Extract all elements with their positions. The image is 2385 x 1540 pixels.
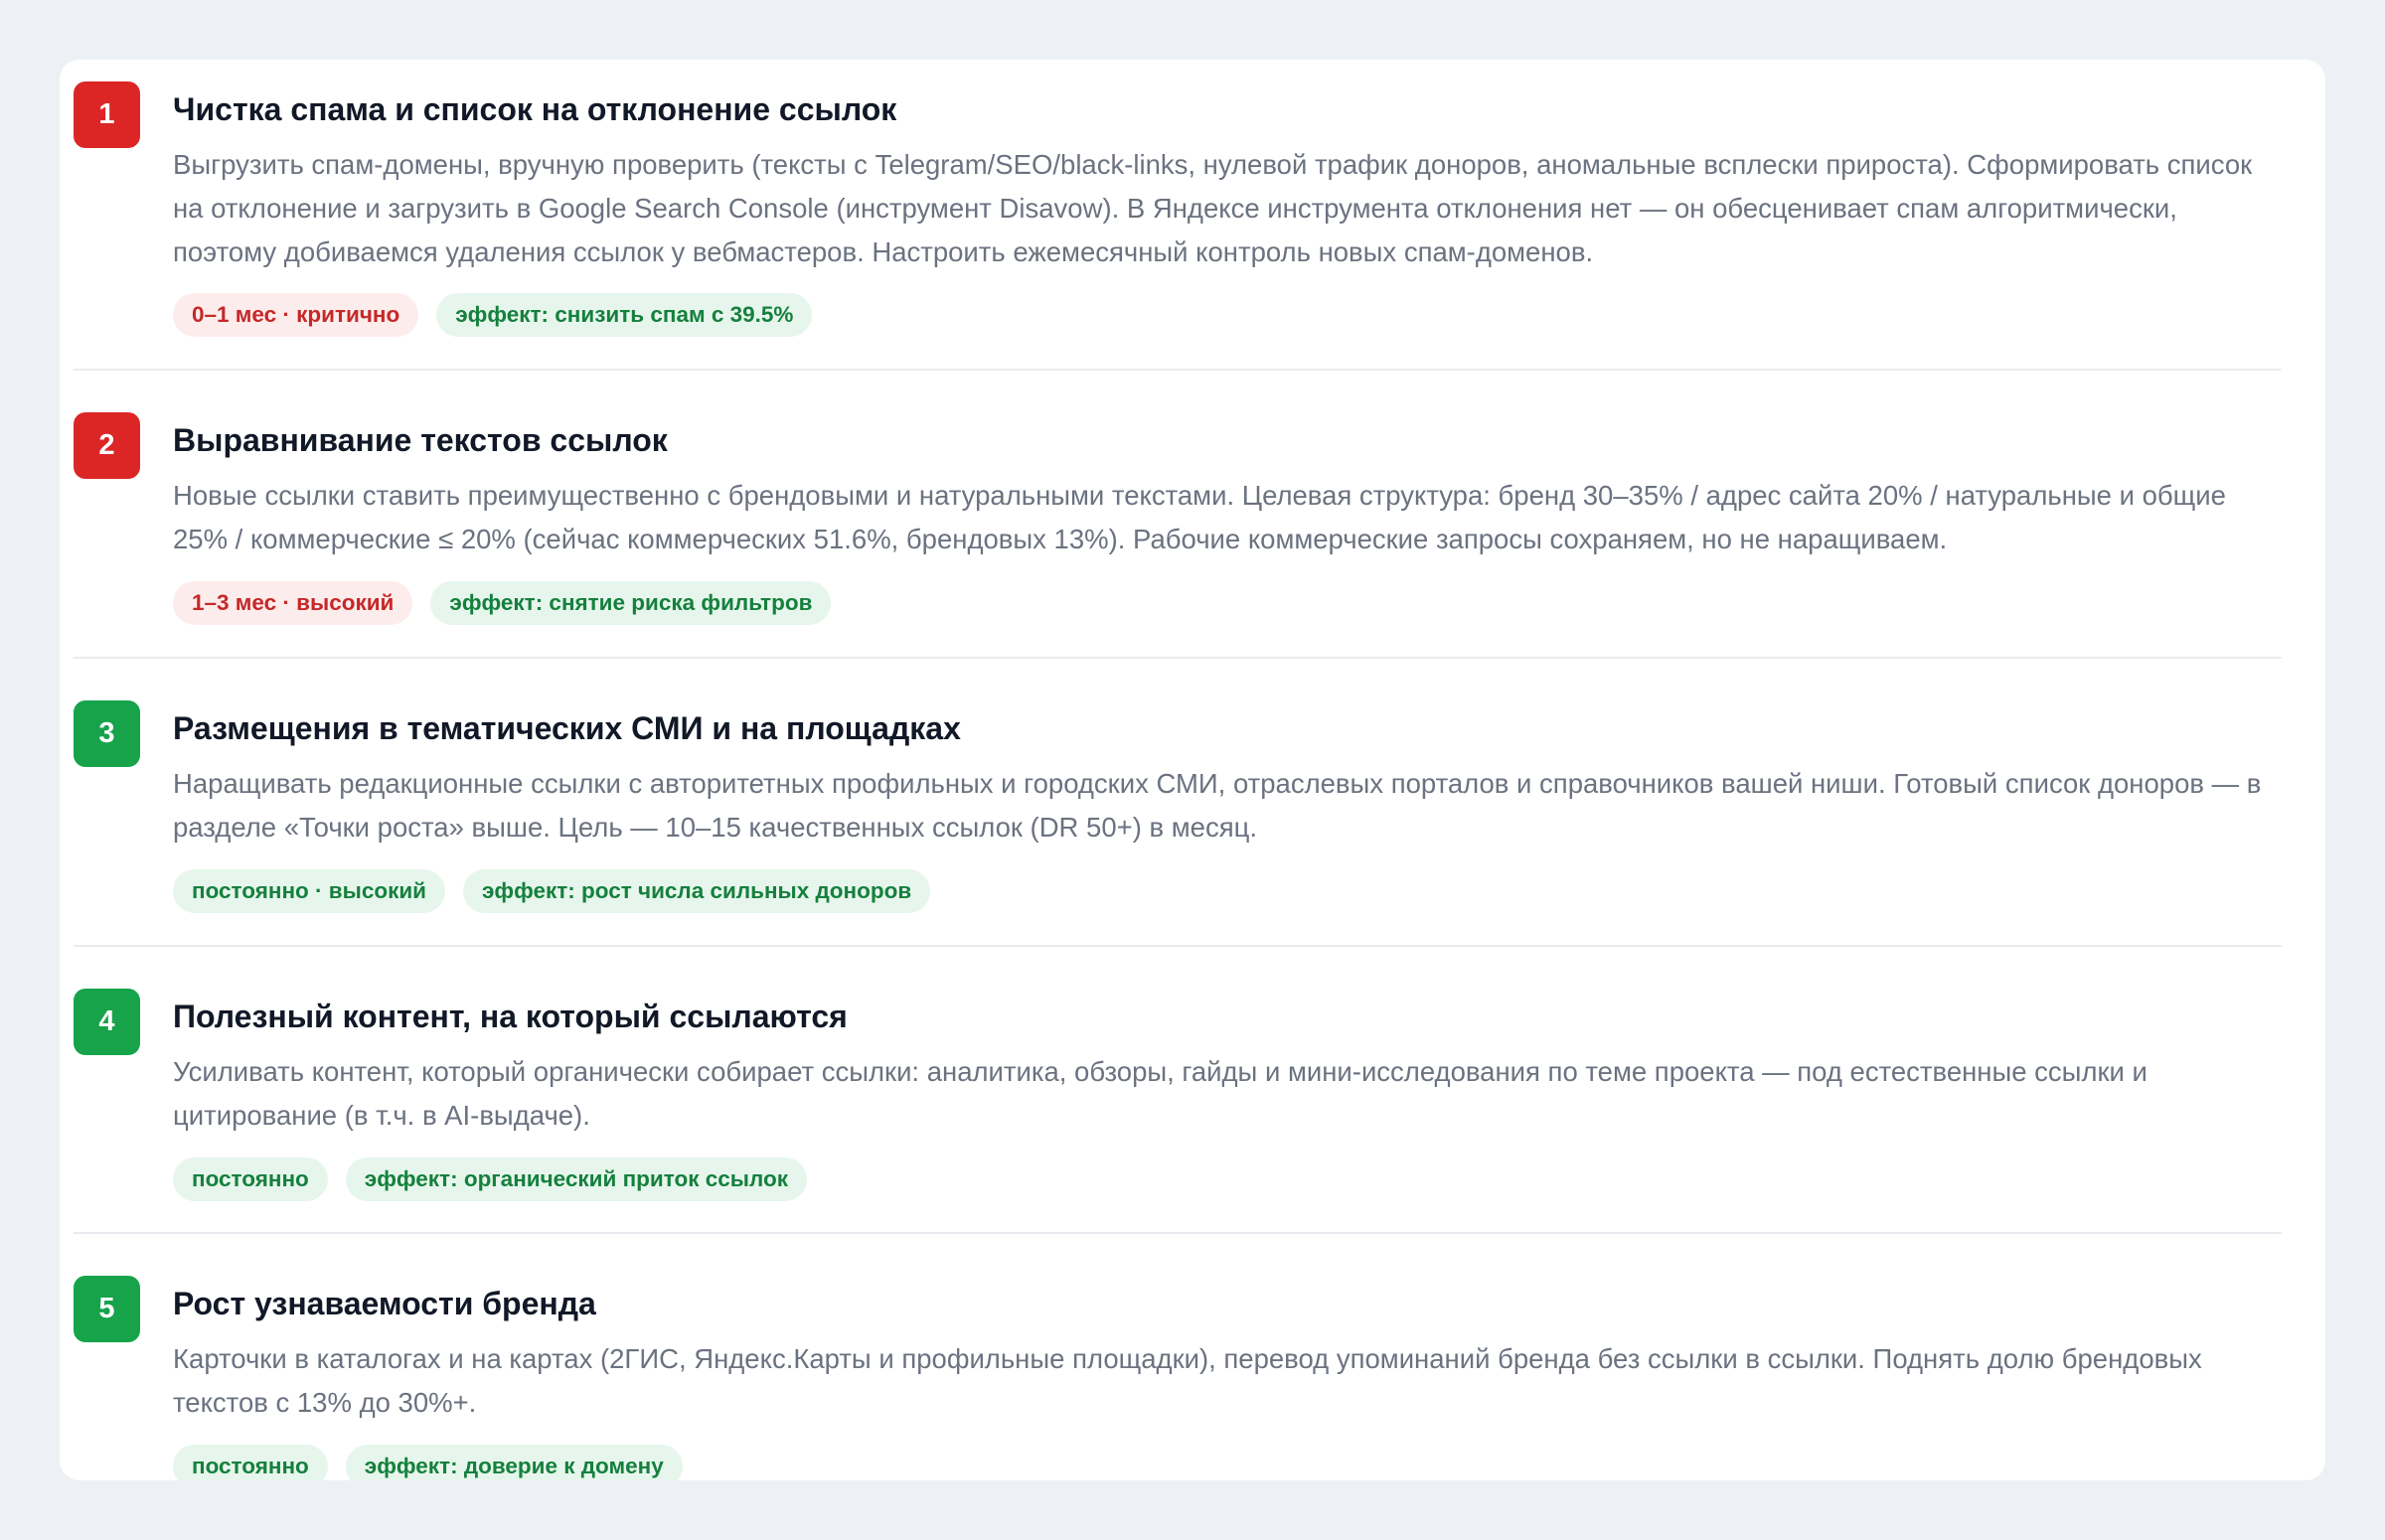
priority-tag: 0–1 мес · критично — [173, 293, 419, 337]
step-title: Размещения в тематических СМИ и на площа… — [173, 710, 961, 746]
step-title: Полезный контент, на который ссылаются — [173, 999, 848, 1034]
step-description: Карточки в каталогах и на картах (2ГИС, … — [173, 1343, 2202, 1418]
step-tags: 1–3 мес · высокий эффект: снятие риска ф… — [173, 581, 832, 625]
plan-step-5: 5 Рост узнаваемости бренда Карточки в ка… — [74, 1264, 2282, 1480]
step-number-badge: 4 — [74, 989, 140, 1055]
effect-tag: эффект: снизить спам с 39.5% — [436, 293, 813, 337]
step-description: Новые ссылки ставить преимущественно с б… — [173, 480, 2226, 554]
action-plan-card: 1 Чистка спама и список на отклонение сс… — [60, 60, 2325, 1480]
effect-tag: эффект: снятие риска фильтров — [430, 581, 832, 625]
divider — [74, 657, 2282, 659]
divider — [74, 945, 2282, 947]
effect-tag: эффект: рост числа сильных доноров — [463, 869, 931, 913]
step-title: Выравнивание текстов ссылок — [173, 422, 668, 458]
step-description: Наращивать редакционные ссылки с авторит… — [173, 768, 2262, 843]
step-tags: 0–1 мес · критично эффект: снизить спам … — [173, 293, 813, 337]
step-tags: постоянно · высокий эффект: рост числа с… — [173, 869, 931, 913]
step-description: Выгрузить спам-домены, вручную проверить… — [173, 149, 2253, 267]
effect-tag: эффект: органический приток ссылок — [345, 1157, 807, 1201]
plan-step-4: 4 Полезный контент, на который ссылаются… — [74, 977, 2282, 1215]
step-tags: постоянно эффект: органический приток сс… — [173, 1157, 807, 1201]
plan-step-1: 1 Чистка спама и список на отклонение сс… — [74, 70, 2282, 387]
plan-step-2: 2 Выравнивание текстов ссылок Новые ссыл… — [74, 400, 2282, 639]
divider — [74, 369, 2282, 371]
step-description: Усиливать контент, который органически с… — [173, 1056, 2147, 1131]
priority-tag: 1–3 мес · высокий — [173, 581, 413, 625]
divider — [74, 1232, 2282, 1234]
step-title: Чистка спама и список на отклонение ссыл… — [173, 91, 897, 127]
step-number-badge: 5 — [74, 1276, 140, 1342]
priority-tag: постоянно — [173, 1445, 328, 1480]
step-number-badge: 3 — [74, 700, 140, 767]
plan-step-3: 3 Размещения в тематических СМИ и на пло… — [74, 689, 2282, 927]
priority-tag: постоянно · высокий — [173, 869, 445, 913]
step-title: Рост узнаваемости бренда — [173, 1286, 596, 1321]
step-tags: постоянно эффект: доверие к домену — [173, 1445, 683, 1480]
step-number-badge: 1 — [74, 81, 140, 148]
effect-tag: эффект: доверие к домену — [345, 1445, 683, 1480]
step-number-badge: 2 — [74, 412, 140, 479]
priority-tag: постоянно — [173, 1157, 328, 1201]
